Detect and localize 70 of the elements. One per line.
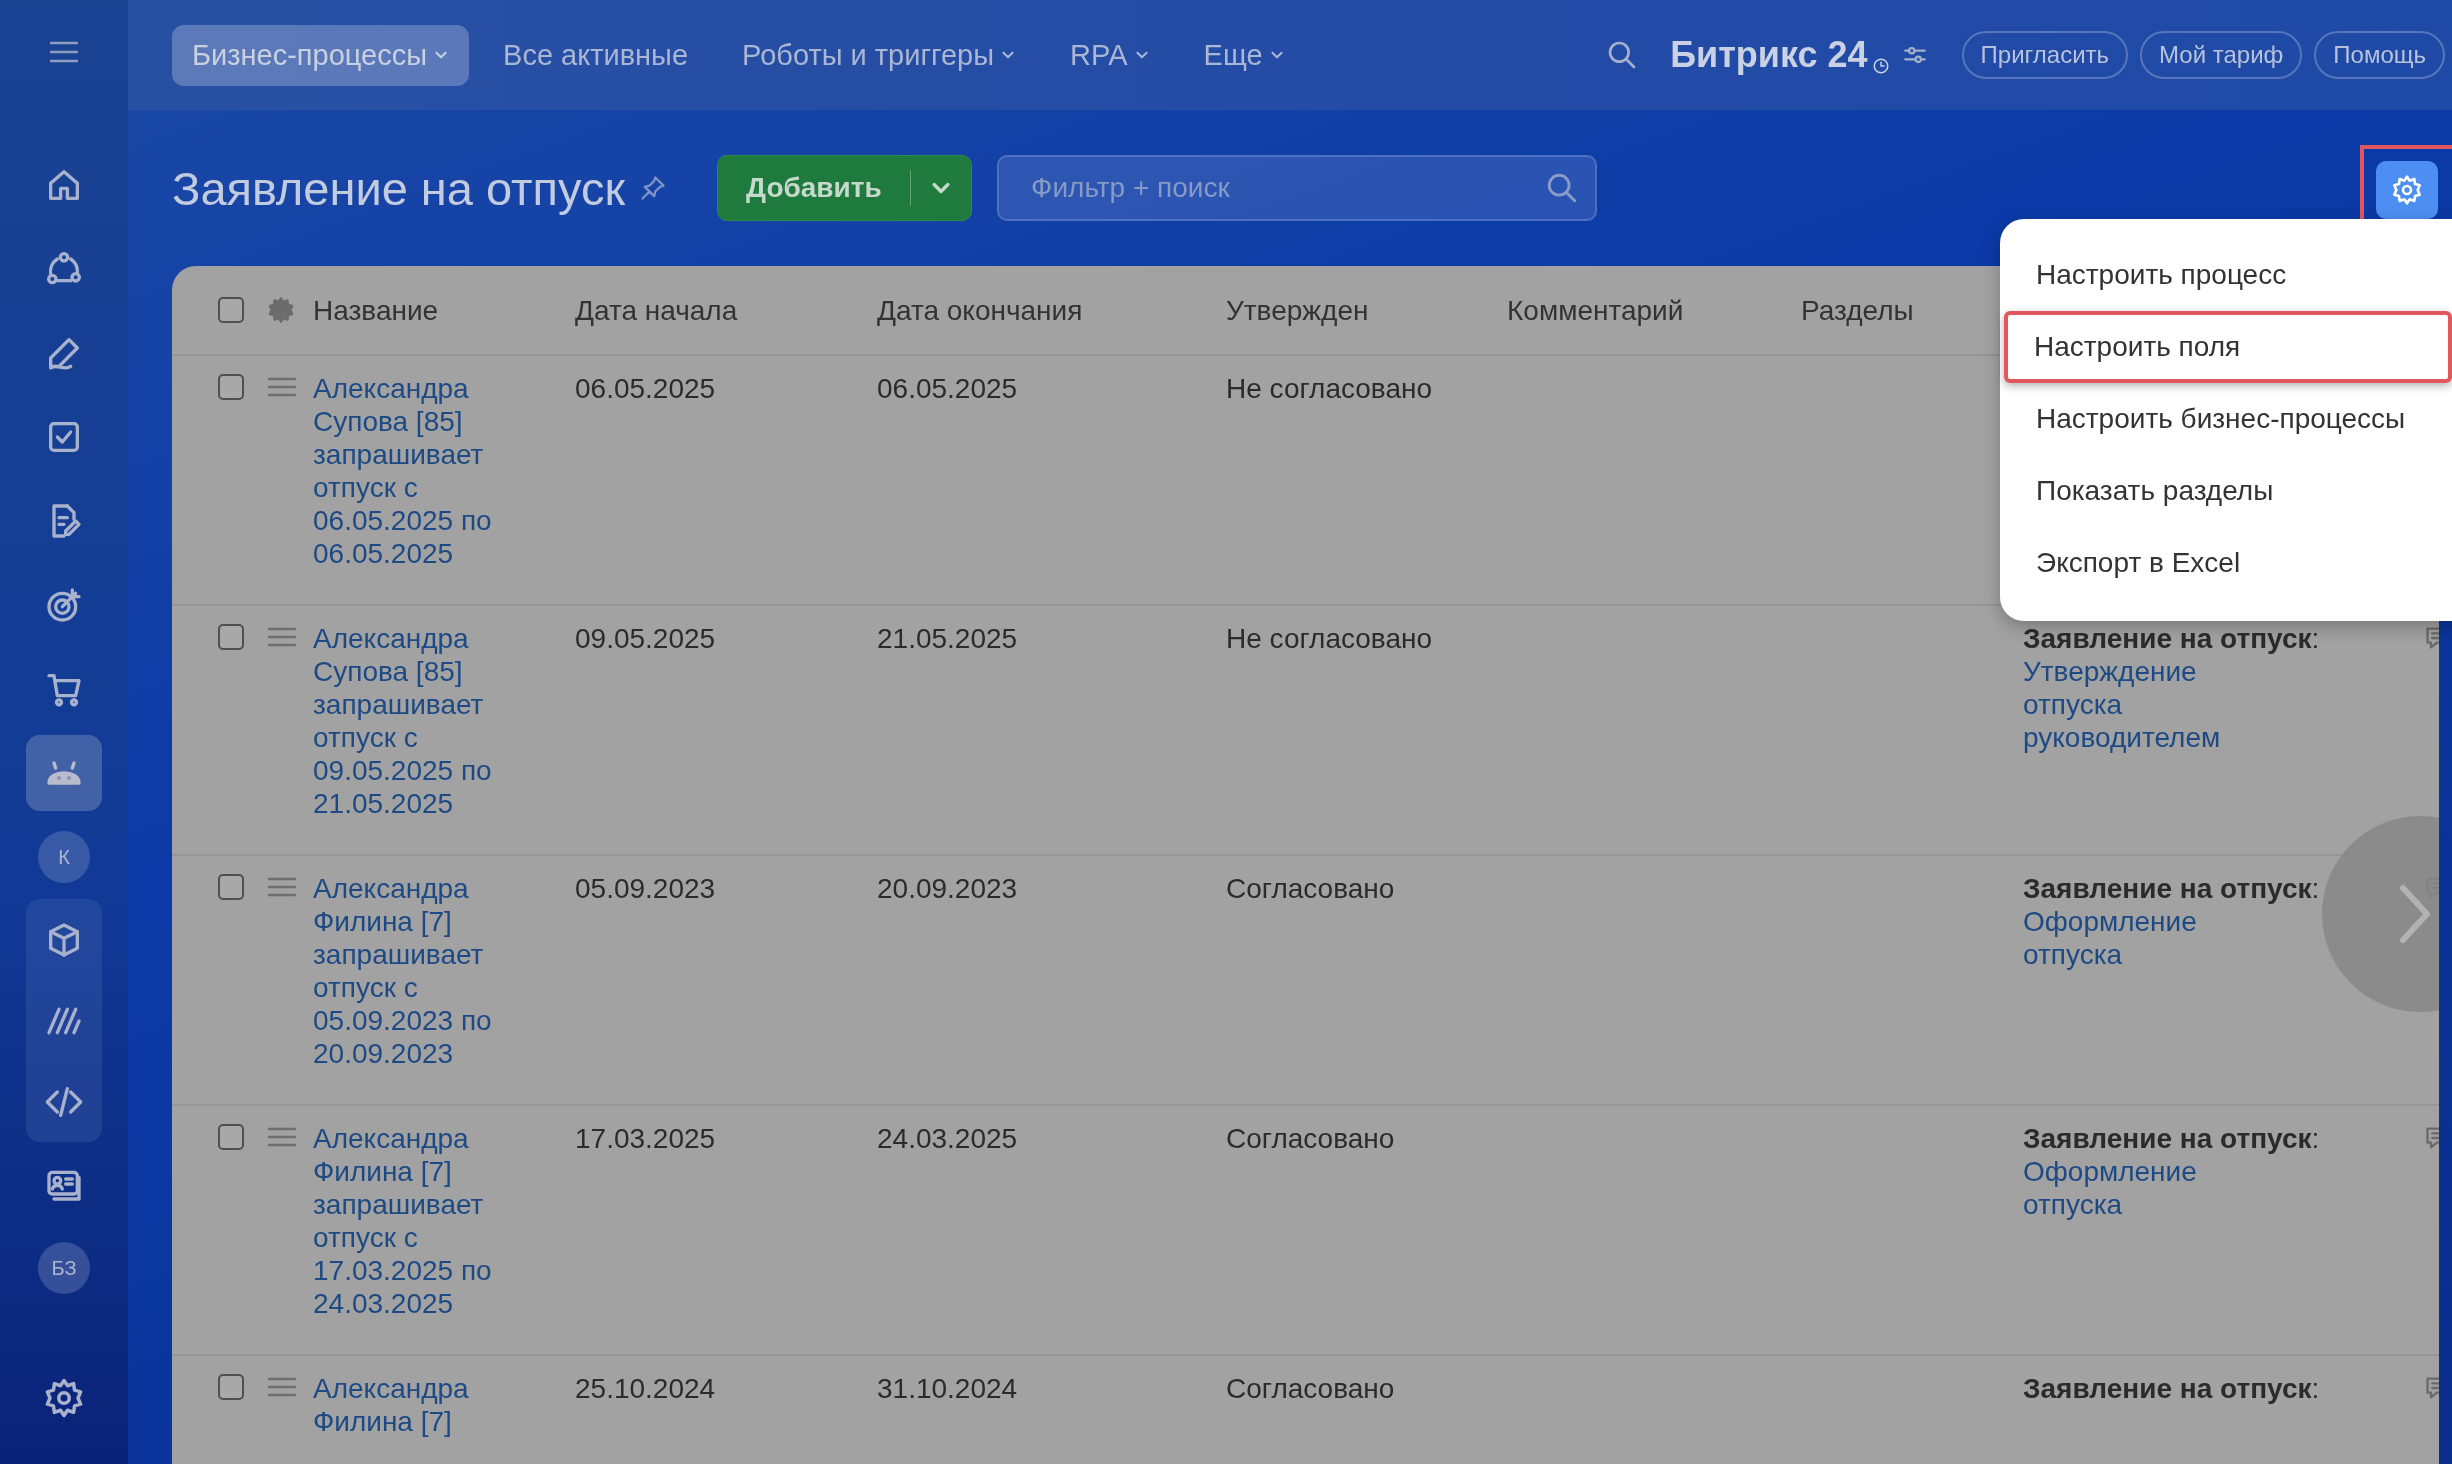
row-checkbox[interactable] (218, 374, 244, 400)
column-header[interactable]: Разделы (1801, 293, 1914, 327)
menu-item[interactable]: Настроить поля (2004, 311, 2452, 383)
table-cell: 21.05.2025 (877, 622, 1018, 655)
item-link[interactable]: Александра Филина [7] (313, 1372, 513, 1438)
column-header[interactable]: Название (313, 293, 439, 327)
table-cell: 24.03.2025 (877, 1122, 1018, 1155)
process-label: Заявление на отпуск: (2023, 1372, 2320, 1405)
nav-tab[interactable]: Все активные (483, 24, 709, 86)
column-header[interactable]: Дата начала (575, 293, 738, 327)
menu-item[interactable]: Настроить процесс (2004, 239, 2452, 311)
settings-icon (2391, 174, 2423, 206)
table-cell: 09.05.2025 (575, 622, 716, 655)
logo[interactable]: Битрикс 24 (1670, 34, 1868, 76)
header-button[interactable]: Пригласить (1961, 31, 2129, 79)
target-icon (44, 585, 84, 625)
table-cell: Согласовано (1226, 872, 1395, 905)
table-cell: Не согласовано (1226, 372, 1433, 405)
add-split-button[interactable]: Добавить (717, 155, 973, 221)
select-all-checkbox[interactable] (218, 297, 244, 323)
table-cell: 20.09.2023 (877, 872, 1018, 905)
nav-tab[interactable]: RPA (1050, 24, 1170, 86)
drag-handle-icon[interactable] (267, 626, 297, 648)
drag-handle-icon[interactable] (267, 876, 297, 898)
table-cell: 06.05.2025 (575, 372, 716, 405)
process-label: Заявление на отпуск: (2023, 872, 2320, 905)
column-header[interactable]: Комментарий (1507, 293, 1684, 327)
drag-handle-icon[interactable] (267, 1376, 297, 1398)
menu-icon[interactable] (49, 40, 79, 64)
drag-handle-icon[interactable] (267, 1126, 297, 1148)
menu-item[interactable]: Настроить бизнес-процессы (2004, 383, 2452, 455)
row-checkbox[interactable] (218, 874, 244, 900)
process-link[interactable]: Оформление отпуска (2023, 1155, 2263, 1221)
item-link[interactable]: Александра Супова [85] запрашивает отпуск с 09.05.2025 по 21.05.2025 (313, 622, 513, 820)
nav-tab[interactable]: Роботы и триггеры (722, 24, 1037, 86)
header-button[interactable]: Мой тариф (2140, 31, 2303, 79)
nav-tab[interactable]: Еще (1183, 24, 1305, 86)
row-checkbox[interactable] (218, 1124, 244, 1150)
table-cell: Согласовано (1226, 1122, 1395, 1155)
item-link[interactable]: Александра Супова [85] запрашивает отпуск с 06.05.2025 по 06.05.2025 (313, 372, 513, 570)
table-cell: Не согласовано (1226, 622, 1433, 655)
item-link[interactable]: Александра Филина [7] запрашивает отпуск с 17.03.2025 по 24.03.2025 (313, 1122, 513, 1320)
table-cell: 17.03.2025 (575, 1122, 716, 1155)
column-header[interactable]: Утвержден (1226, 293, 1369, 327)
process-label: Заявление на отпуск: (2023, 622, 2320, 655)
row-checkbox[interactable] (218, 1374, 244, 1400)
process-label: Заявление на отпуск: (2023, 1122, 2320, 1155)
avatar[interactable]: К (38, 831, 90, 883)
process-link[interactable]: Утверждение отпуска руководителем (2023, 655, 2263, 754)
drag-handle-icon[interactable] (267, 376, 297, 398)
process-link[interactable]: Оформление отпуска (2023, 905, 2263, 971)
menu-item[interactable]: Экспорт в Excel (2004, 527, 2452, 599)
table-cell: 31.10.2024 (877, 1372, 1018, 1405)
table-cell: 05.09.2023 (575, 872, 716, 905)
nav-tab[interactable]: Бизнес-процессы (172, 24, 470, 86)
pin-icon[interactable] (639, 174, 668, 202)
table-cell: 06.05.2025 (877, 372, 1018, 405)
clock-icon (1871, 57, 1890, 75)
table-cell: 25.10.2024 (575, 1372, 716, 1405)
settings-button[interactable] (2376, 161, 2438, 219)
row-checkbox[interactable] (218, 624, 244, 650)
header-button[interactable]: Помощь (2314, 31, 2445, 79)
page-title: Заявление на отпуск (172, 160, 626, 216)
menu-item[interactable]: Показать разделы (2004, 455, 2452, 527)
settings-icon[interactable] (43, 1377, 85, 1419)
item-link[interactable]: Александра Филина [7] запрашивает отпуск с 05.09.2023 по 20.09.2023 (313, 872, 513, 1070)
table-cell: Согласовано (1226, 1372, 1395, 1405)
sidebar-button[interactable] (26, 735, 102, 811)
column-header[interactable]: Дата окончания (877, 293, 1083, 327)
avatar[interactable]: БЗ (38, 1242, 90, 1294)
